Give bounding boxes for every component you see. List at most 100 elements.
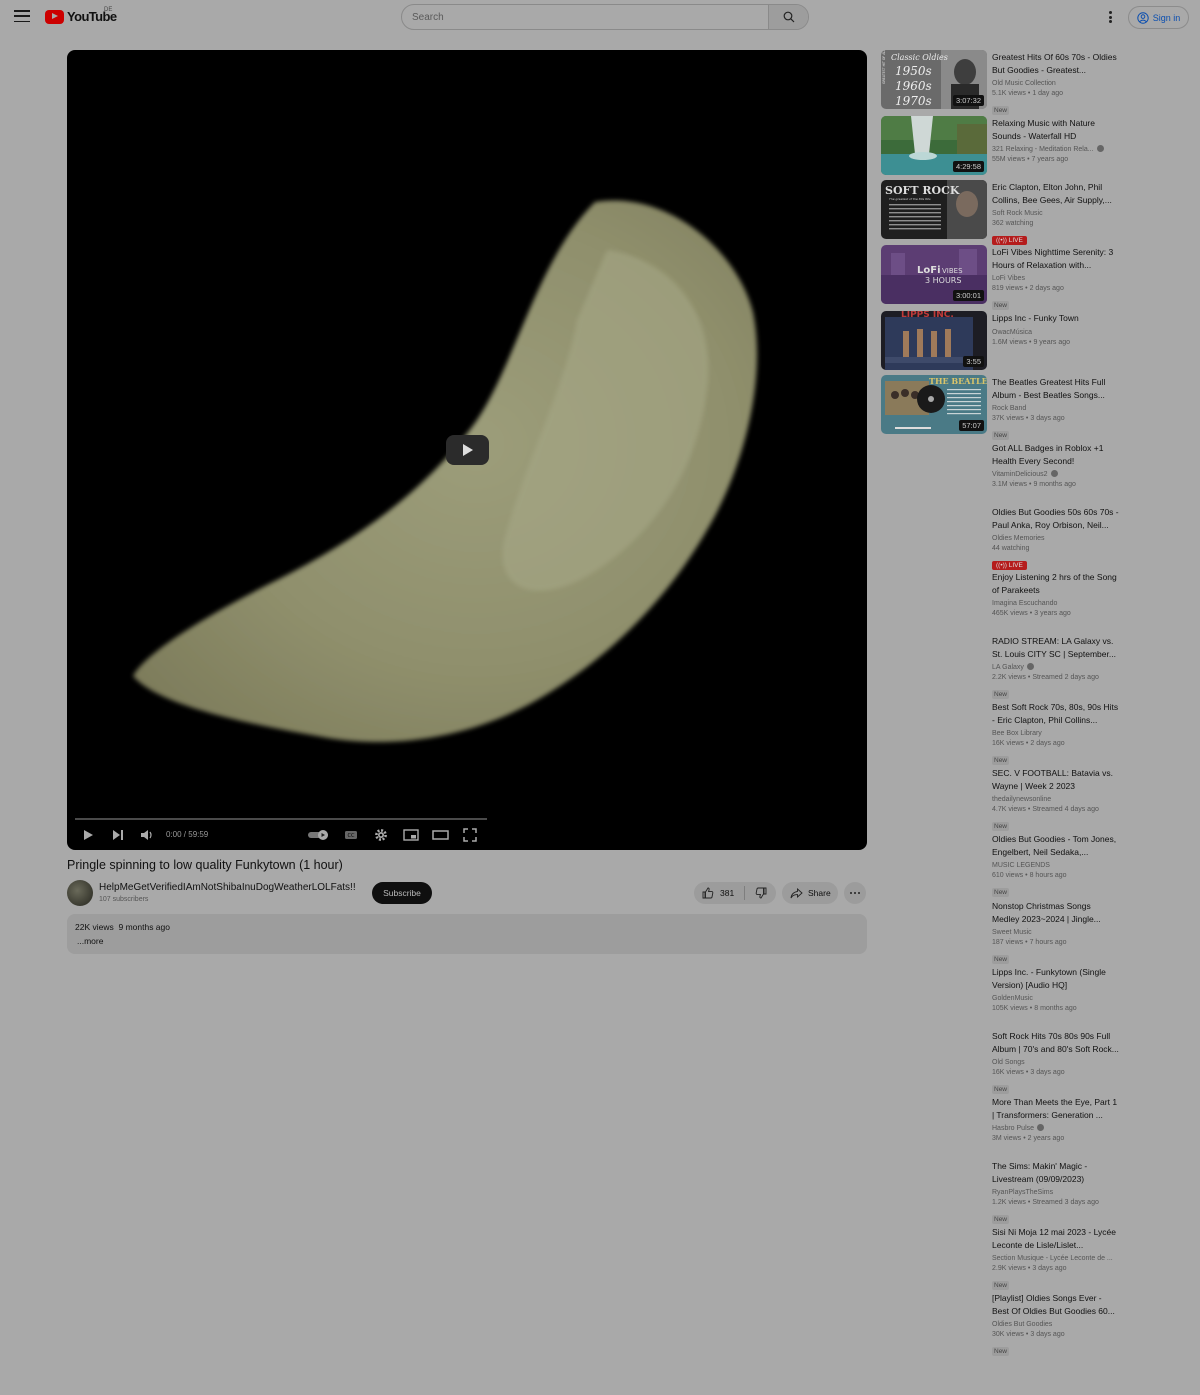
recommendation-meta: 44 watching	[992, 543, 1120, 554]
video-thumbnail[interactable]: THE BEATLES 57:07	[881, 375, 987, 434]
recommendation-views: 2.2K views	[992, 674, 1026, 681]
meta-separator: •	[1025, 872, 1028, 879]
recommendation-title[interactable]: Sisi Ni Moja 12 mai 2023 - Lycée Leconte…	[992, 1226, 1120, 1251]
recommendation-title[interactable]: Oldies But Goodies - Tom Jones, Engelber…	[992, 833, 1120, 858]
recommendation-age: 1 day ago	[1032, 90, 1064, 97]
new-badge: New	[992, 955, 1010, 964]
recommendation-age: Streamed 4 days ago	[1032, 806, 1099, 813]
recommendation-channel[interactable]: OwacMúsica	[992, 328, 1120, 337]
video-thumbnail[interactable]: GREATEST HIT OF ALL TIME Classic Oldies …	[881, 50, 987, 109]
play-button[interactable]	[81, 825, 95, 845]
recommendation-title[interactable]: Soft Rock Hits 70s 80s 90s Full Album | …	[992, 1030, 1120, 1055]
video-title: Pringle spinning to low quality Funkytow…	[67, 858, 343, 872]
recommendation-channel[interactable]: 321 Relaxing - Meditation Rela...	[992, 145, 1120, 154]
next-button[interactable]	[111, 825, 125, 845]
recommendation-channel[interactable]: Imagina Escuchando	[992, 599, 1120, 608]
recommendation-channel[interactable]: GoldenMusic	[992, 994, 1120, 1003]
video-player[interactable]: 0:00 / 59:59 CC	[67, 50, 867, 850]
search-input[interactable]	[402, 5, 768, 29]
meta-separator: •	[1025, 415, 1029, 422]
fullscreen-button[interactable]	[463, 825, 477, 845]
progress-bar[interactable]	[75, 818, 487, 820]
recommendation-title[interactable]: The Beatles Greatest Hits Full Album - B…	[992, 376, 1120, 401]
recommendation-channel[interactable]: RyanPlaysTheSims	[992, 1188, 1120, 1197]
recommendation-title[interactable]: Nonstop Christmas Songs Medley 2023~2024…	[992, 900, 1120, 925]
recommendation-title[interactable]: Enjoy Listening 2 hrs of the Song of Par…	[992, 571, 1120, 596]
recommendation-meta: 3.1M views • 9 months ago	[992, 479, 1120, 490]
recommendation-title[interactable]: Greatest Hits Of 60s 70s - Oldies But Go…	[992, 51, 1120, 76]
more-actions-button[interactable]	[844, 882, 866, 904]
captions-button[interactable]: CC	[344, 825, 358, 845]
settings-more-icon[interactable]	[1107, 11, 1113, 25]
recommendation-channel[interactable]: MUSIC LEGENDS	[992, 861, 1120, 870]
autoplay-toggle[interactable]	[308, 825, 330, 845]
share-button[interactable]: Share	[782, 882, 838, 904]
recommendation-views: 37K views	[992, 415, 1024, 422]
recommendation-title[interactable]: Relaxing Music with Nature Sounds - Wate…	[992, 117, 1120, 142]
recommendation-channel[interactable]: thedailynewsonline	[992, 795, 1120, 804]
recommendation-info: Oldies But Goodies - Tom Jones, Engelber…	[992, 833, 1120, 899]
dislike-button[interactable]	[745, 882, 776, 904]
thumb-hours: 3 HOURS	[925, 276, 961, 285]
center-play-button[interactable]	[446, 435, 489, 465]
recommendation-title[interactable]: More Than Meets the Eye, Part 1 | Transf…	[992, 1096, 1120, 1121]
video-thumbnail[interactable]: LIPPS INC. 3:55	[881, 311, 987, 370]
recommendation-channel[interactable]: Soft Rock Music	[992, 209, 1120, 218]
recommendation-title[interactable]: RADIO STREAM: LA Galaxy vs. St. Louis CI…	[992, 635, 1120, 660]
recommendation-views: 819 views	[992, 285, 1024, 292]
menu-icon[interactable]	[14, 10, 30, 24]
recommendation-title[interactable]: Lipps Inc - Funky Town	[992, 312, 1120, 325]
subscribe-button[interactable]: Subscribe	[372, 882, 432, 904]
search-button[interactable]	[768, 5, 808, 29]
recommendation-channel[interactable]: LA Galaxy	[992, 663, 1120, 672]
recommendation-channel-name: Rock Band	[992, 405, 1027, 412]
recommendation-title[interactable]: Eric Clapton, Elton John, Phil Collins, …	[992, 181, 1120, 206]
recommendation-channel[interactable]: Sweet Music	[992, 928, 1120, 937]
volume-button[interactable]	[140, 825, 154, 845]
sign-in-button[interactable]: Sign in	[1128, 6, 1189, 29]
recommendation-channel[interactable]: Hasbro Pulse	[992, 1124, 1120, 1133]
recommendation-channel-name: Old Music Collection	[992, 80, 1056, 87]
show-more-link[interactable]: ...more	[75, 936, 859, 946]
recommendation-title[interactable]: Oldies But Goodies 50s 60s 70s - Paul An…	[992, 506, 1120, 531]
recommendation-channel[interactable]: Bee Box Library	[992, 729, 1120, 738]
recommendation-title[interactable]: Lipps Inc. - Funkytown (Single Version) …	[992, 966, 1120, 991]
recommendation-channel[interactable]: Rock Band	[992, 404, 1120, 413]
channel-avatar[interactable]	[67, 880, 93, 906]
recommendation-channel[interactable]: VitaminDelicious2	[992, 470, 1120, 479]
description-box[interactable]: 22K views 9 months ago ...more	[67, 914, 867, 954]
recommendation-channel[interactable]: LoFi Vibes	[992, 274, 1120, 283]
like-button[interactable]: 381	[694, 882, 744, 904]
channel-name[interactable]: HelpMeGetVerifiedIAmNotShibaInuDogWeathe…	[99, 882, 356, 893]
recommendation-title[interactable]: SEC. V FOOTBALL: Batavia vs. Wayne | Wee…	[992, 767, 1120, 792]
thumb-side-text: GREATEST HIT OF ALL TIME	[882, 50, 886, 84]
recommendation-meta: 16K views • 3 days ago	[992, 1067, 1120, 1078]
recommendation-info: Lipps Inc - Funky Town OwacMúsica 1.6M v…	[992, 312, 1120, 348]
recommendation-title[interactable]: The Sims: Makin' Magic - Livestream (09/…	[992, 1160, 1120, 1185]
volume-icon	[141, 830, 152, 840]
recommendation-title[interactable]: Best Soft Rock 70s, 80s, 90s Hits - Eric…	[992, 701, 1120, 726]
recommendation-title[interactable]: LoFi Vibes Nighttime Serenity: 3 Hours o…	[992, 246, 1120, 271]
video-thumbnail[interactable]: SOFT ROCK The greatest of the 80s 90s	[881, 180, 987, 239]
miniplayer-icon	[403, 829, 419, 841]
account-icon	[1137, 11, 1149, 24]
recommendation-channel[interactable]: Section Musique - Lycée Leconte de ...	[992, 1254, 1120, 1263]
recommendation-channel[interactable]: Oldies But Goodies	[992, 1320, 1120, 1329]
recommendation-channel[interactable]: Oldies Memories	[992, 534, 1120, 543]
video-thumbnail[interactable]: LoFi VIBES 3 HOURS 3:00:01	[881, 245, 987, 304]
recommendation-views: 362 watching	[992, 220, 1034, 227]
recommendation-views: 30K views	[992, 1331, 1024, 1338]
theater-mode-button[interactable]	[432, 825, 449, 845]
recommendation-channel[interactable]: Old Songs	[992, 1058, 1120, 1067]
recommendation-title[interactable]: [Playlist] Oldies Songs Ever - Best Of O…	[992, 1292, 1120, 1317]
recommendation-title[interactable]: Got ALL Badges in Roblox +1 Health Every…	[992, 442, 1120, 467]
new-badge: New	[992, 1215, 1010, 1224]
top-bar: YouTube DE Sign in	[0, 0, 1200, 35]
miniplayer-button[interactable]	[403, 825, 419, 845]
settings-button[interactable]	[374, 825, 388, 845]
recommendation-channel[interactable]: Old Music Collection	[992, 79, 1120, 88]
recommendation-views: 4.7K views	[992, 806, 1026, 813]
recommendation-age: 8 hours ago	[1029, 872, 1067, 879]
video-thumbnail[interactable]: 4:29:58	[881, 116, 987, 175]
thumb-subtitle: The greatest of the 80s 90s	[889, 197, 931, 201]
